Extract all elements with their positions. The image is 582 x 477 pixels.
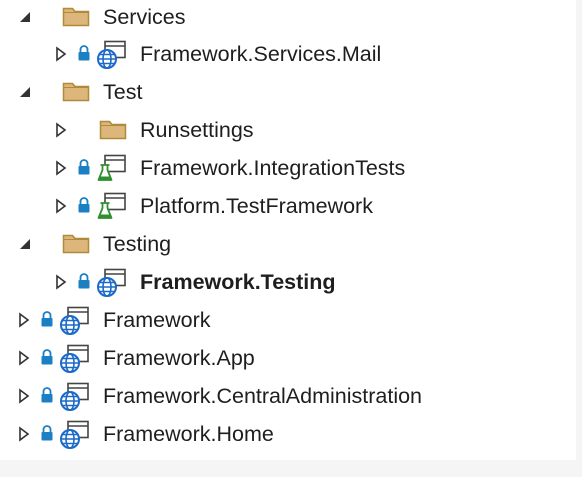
- tree-item-testing-folder[interactable]: Testing: [0, 226, 576, 264]
- solution-explorer-tree: Services Framework.Services.Mail Test Ru…: [0, 0, 576, 460]
- collapsed-triangle-icon[interactable]: [53, 198, 69, 214]
- collapsed-triangle-icon[interactable]: [16, 350, 32, 366]
- tree-item-framework-centraladministration[interactable]: Framework.CentralAdministration: [0, 378, 576, 416]
- folder-icon: [99, 120, 127, 140]
- tree-item-label: Framework.CentralAdministration: [103, 384, 423, 408]
- tree-item-platform-testframework[interactable]: Platform.TestFramework: [0, 188, 576, 226]
- collapsed-triangle-icon[interactable]: [16, 388, 32, 404]
- folder-icon: [62, 82, 90, 102]
- web-project-icon: [60, 306, 89, 335]
- test-project-icon: [97, 154, 126, 181]
- tree-item-label: Framework.Home: [103, 422, 274, 446]
- collapsed-triangle-icon[interactable]: [16, 312, 32, 328]
- lock-icon: [78, 273, 90, 289]
- tree-item-runsettings-folder[interactable]: Runsettings: [0, 112, 576, 150]
- test-project-icon: [97, 192, 126, 219]
- lock-icon: [41, 349, 53, 365]
- web-project-icon: [60, 420, 89, 449]
- collapsed-triangle-icon[interactable]: [53, 274, 69, 290]
- collapsed-triangle-icon[interactable]: [53, 122, 69, 138]
- collapsed-triangle-icon[interactable]: [53, 160, 69, 176]
- tree-item-label: Runsettings: [140, 118, 254, 142]
- collapsed-triangle-icon[interactable]: [16, 426, 32, 442]
- tree-item-framework-integrationtests[interactable]: Framework.IntegrationTests: [0, 150, 576, 188]
- tree-item-label: Framework.IntegrationTests: [140, 156, 406, 180]
- web-project-icon: [60, 382, 89, 411]
- folder-icon: [62, 234, 90, 254]
- web-project-icon: [97, 268, 126, 297]
- tree-item-label: Framework.App: [103, 346, 255, 370]
- web-project-icon: [97, 40, 126, 69]
- tree-item-test-folder[interactable]: Test: [0, 74, 576, 112]
- tree-item-label: Test: [103, 80, 143, 104]
- lock-icon: [78, 159, 90, 175]
- tree-item-services-folder[interactable]: Services: [0, 0, 576, 37]
- lock-icon: [78, 45, 90, 61]
- lock-icon: [78, 197, 90, 213]
- tree-item-framework[interactable]: Framework: [0, 302, 576, 340]
- tree-item-label: Testing: [103, 232, 172, 256]
- web-project-icon: [60, 344, 89, 373]
- tree-item-framework-testing[interactable]: Framework.Testing: [0, 264, 576, 302]
- expanded-triangle-icon[interactable]: [16, 236, 32, 252]
- tree-item-framework-home[interactable]: Framework.Home: [0, 416, 576, 454]
- lock-icon: [41, 387, 53, 403]
- tree-item-label: Framework: [103, 308, 211, 332]
- collapsed-triangle-icon[interactable]: [53, 46, 69, 62]
- expanded-triangle-icon[interactable]: [16, 84, 32, 100]
- tree-item-framework-services-mail[interactable]: Framework.Services.Mail: [0, 36, 576, 74]
- tree-item-label: Framework.Services.Mail: [140, 42, 382, 66]
- expanded-triangle-icon[interactable]: [16, 9, 32, 25]
- tree-item-label: Services: [103, 5, 186, 29]
- tree-item-label: Framework.Testing: [140, 270, 336, 294]
- tree-item-framework-app[interactable]: Framework.App: [0, 340, 576, 378]
- tree-item-label: Platform.TestFramework: [140, 194, 373, 218]
- lock-icon: [41, 311, 53, 327]
- lock-icon: [41, 425, 53, 441]
- folder-icon: [62, 7, 90, 27]
